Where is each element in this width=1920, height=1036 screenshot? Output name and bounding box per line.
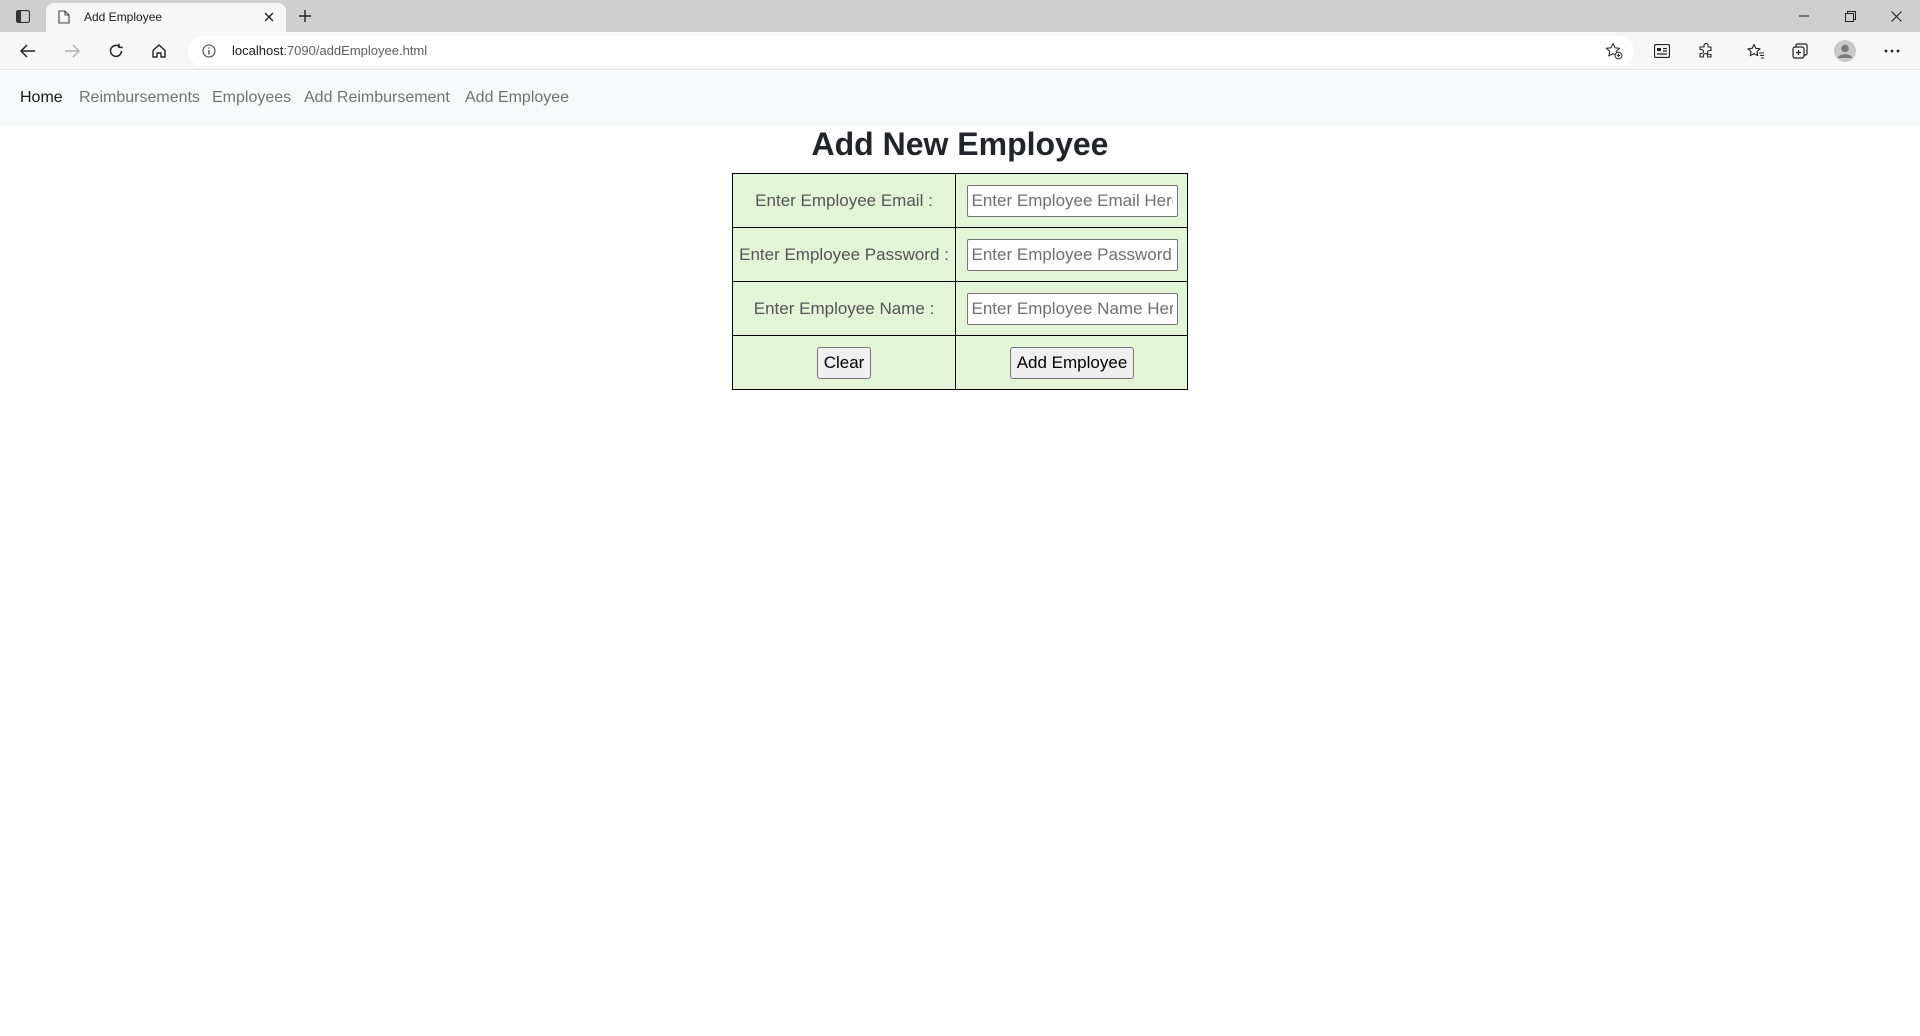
add-favorite-icon[interactable] [1604,41,1624,61]
email-label: Enter Employee Email : [755,190,933,210]
favorites-icon[interactable] [1742,38,1770,64]
nav-link-add-employee[interactable]: Add Employee [465,89,569,107]
address-bar[interactable]: localhost:7090/addEmployee.html [188,36,1634,66]
address-url: localhost:7090/addEmployee.html [232,43,427,58]
email-input[interactable] [966,184,1178,217]
add-employee-button[interactable]: Add Employee [1009,346,1135,379]
restore-icon[interactable] [1832,4,1868,28]
nav-link-add-reimbursement[interactable]: Add Reimbursement [304,89,450,107]
name-input[interactable] [966,292,1178,325]
collections-icon[interactable] [1786,38,1814,64]
navbar: Home Reimbursements Employees Add Reimbu… [0,71,1920,127]
new-tab-icon[interactable] [294,5,316,27]
password-input[interactable] [966,238,1178,271]
close-window-icon[interactable] [1878,4,1914,28]
add-employee-form: Enter Employee Email : Enter Employee Pa… [732,173,1188,390]
reader-view-icon[interactable] [1648,38,1676,64]
name-row: Enter Employee Name : [733,282,1187,336]
nav-link-reimbursements[interactable]: Reimbursements [79,89,200,107]
forward-arrow-icon[interactable] [58,38,86,64]
page-title: Add New Employee [811,126,1109,162]
refresh-icon[interactable] [102,38,130,64]
password-row: Enter Employee Password : [733,228,1187,282]
tab-title: Add Employee [84,10,163,24]
extensions-icon[interactable] [1692,38,1720,64]
close-tab-icon[interactable] [260,8,278,26]
browser-toolbar: localhost:7090/addEmployee.html [0,32,1920,70]
nav-link-employees[interactable]: Employees [212,89,291,107]
clear-button[interactable]: Clear [816,346,872,379]
password-cell [956,228,1188,281]
site-info-icon[interactable] [202,44,216,58]
home-icon[interactable] [145,38,173,64]
email-row: Enter Employee Email : [733,174,1187,228]
email-cell [956,174,1188,227]
back-arrow-icon[interactable] [14,38,42,64]
page-icon [58,10,70,24]
name-cell [956,282,1188,335]
profile-avatar-icon[interactable] [1831,38,1859,64]
nav-link-home[interactable]: Home [20,89,63,107]
tab-actions-icon[interactable] [12,6,34,26]
clear-cell: Clear [733,336,955,389]
minimize-icon[interactable] [1786,4,1822,28]
address-host: localhost [232,43,284,58]
more-options-icon[interactable] [1878,38,1906,64]
name-label: Enter Employee Name : [753,298,935,318]
password-label: Enter Employee Password : [739,244,949,264]
browser-tab[interactable]: Add Employee [46,3,286,32]
submit-cell: Add Employee [956,336,1188,389]
browser-tab-bar: Add Employee [0,0,1920,32]
address-path: :7090/addEmployee.html [283,43,428,58]
buttons-row: Clear Add Employee [733,336,1187,389]
